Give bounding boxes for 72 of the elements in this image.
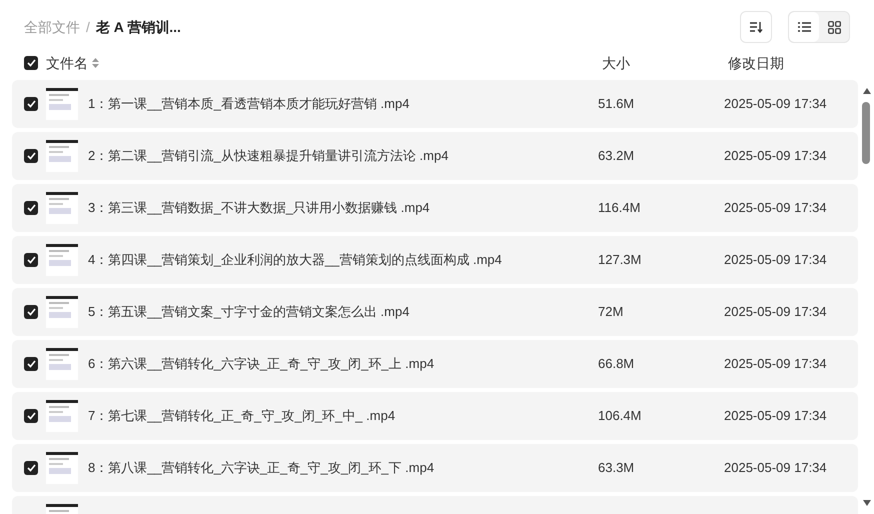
checkbox[interactable]: [24, 56, 38, 70]
grid-icon: [828, 20, 840, 34]
checkbox[interactable]: [24, 97, 38, 111]
sort-button[interactable]: [740, 11, 772, 43]
file-row[interactable]: 8：第八课__营销转化_六字诀_正_奇_守_攻_闭_环_下 .mp4 63.3M 2025-05-09 17:34: [12, 444, 858, 492]
modified-date: 2025-05-09 17:34: [724, 95, 827, 114]
scrollbar-thumb[interactable]: [862, 102, 870, 164]
file-name[interactable]: 3：第三课__营销数据_不讲大数据_只讲用小数据赚钱 .mp4: [88, 198, 598, 218]
file-size: 127.3M: [598, 251, 642, 270]
sort-icon: [749, 21, 763, 33]
file-name[interactable]: 6：第六课__营销转化_六字诀_正_奇_守_攻_闭_环_上 .mp4: [88, 354, 598, 374]
file-name[interactable]: 5：第五课__营销文案_寸字寸金的营销文案怎么出 .mp4: [88, 302, 598, 322]
check-icon: [26, 412, 36, 420]
video-thumbnail: [46, 452, 78, 484]
video-thumbnail: [46, 140, 78, 172]
checkbox[interactable]: [24, 305, 38, 319]
file-row[interactable]: 7：第七课__营销转化_正_奇_守_攻_闭_环_中_ .mp4 106.4M 2025-05-09 17:34: [12, 392, 858, 440]
check-icon: [26, 204, 36, 212]
file-name[interactable]: 7：第七课__营销转化_正_奇_守_攻_闭_环_中_ .mp4: [88, 406, 598, 426]
column-header[interactable]: 文件名: [46, 52, 88, 74]
file-size: 106.4M: [598, 407, 642, 426]
column-header[interactable]: 大小: [602, 52, 728, 74]
modified-date: 2025-05-09 17:34: [724, 199, 827, 218]
file-row[interactable]: 5：第五课__营销文案_寸字寸金的营销文案怎么出 .mp4 72M 2025-05-09 17:34: [12, 288, 858, 336]
file-size: 116.4M: [598, 199, 642, 218]
check-icon: [26, 59, 36, 67]
file-row[interactable]: 1：第一课__营销本质_看透营销本质才能玩好营销 .mp4 51.6M 2025-05-09 17:34: [12, 80, 858, 128]
check-icon: [26, 360, 36, 368]
list-icon: [798, 22, 810, 32]
video-thumbnail: [46, 296, 78, 328]
file-row[interactable]: 6：第六课__营销转化_六字诀_正_奇_守_攻_闭_环_上 .mp4 66.8M 2025-05-09 17:34: [12, 340, 858, 388]
file-size: 63.3M: [598, 459, 636, 478]
check-icon: [26, 464, 36, 472]
file-row[interactable]: 4：第四课__营销策划_企业利润的放大器__营销策划的点线面构成 .mp4 127.3M 2025-05-09 17:34: [12, 236, 858, 284]
modified-date: 2025-05-09 17:34: [724, 303, 827, 322]
checkbox[interactable]: [24, 357, 38, 371]
video-thumbnail: [46, 348, 78, 380]
file-name[interactable]: 2：第二课__营销引流_从快速粗暴提升销量讲引流方法论 .mp4: [88, 146, 598, 166]
file-name[interactable]: 1：第一课__营销本质_看透营销本质才能玩好营销 .mp4: [88, 94, 598, 114]
scroll-down-icon[interactable]: [863, 500, 871, 506]
file-size: 63.2M: [598, 147, 636, 166]
modified-date: 2025-05-09 17:34: [724, 355, 827, 374]
file-size: 51.6M: [598, 95, 636, 114]
breadcrumb-separator: /: [86, 18, 90, 36]
modified-date: 2025-05-09 17:34: [724, 251, 827, 270]
file-row[interactable]: 3：第三课__营销数据_不讲大数据_只讲用小数据赚钱 .mp4 116.4M 2025-05-09 17:34: [12, 184, 858, 232]
file-row[interactable]: 2：第二课__营销引流_从快速粗暴提升销量讲引流方法论 .mp4 63.2M 2025-05-09 17:34: [12, 132, 858, 180]
checkbox[interactable]: [24, 461, 38, 475]
checkbox[interactable]: [24, 409, 38, 423]
list-view-button[interactable]: [789, 12, 819, 42]
video-thumbnail: [46, 400, 78, 432]
check-icon: [26, 152, 36, 160]
modified-date: 2025-05-09 17:34: [724, 147, 827, 166]
video-thumbnail: [46, 88, 78, 120]
checkbox[interactable]: [24, 149, 38, 163]
video-thumbnail: [46, 192, 78, 224]
check-icon: [26, 308, 36, 316]
checkbox[interactable]: [24, 201, 38, 215]
video-thumbnail: [46, 244, 78, 276]
modified-date: 2025-05-09 17:34: [724, 459, 827, 478]
file-size: 66.8M: [598, 355, 636, 374]
breadcrumb-current: 老 A 营销训...: [96, 18, 181, 36]
file-size: 72M: [598, 303, 624, 322]
sort-arrows-icon[interactable]: [92, 58, 99, 68]
check-icon: [26, 256, 36, 264]
column-header[interactable]: 修改日期: [728, 52, 784, 74]
checkbox[interactable]: [24, 253, 38, 267]
check-icon: [26, 100, 36, 108]
file-name[interactable]: 4：第四课__营销策划_企业利润的放大器__营销策划的点线面构成 .mp4: [88, 250, 598, 270]
modified-date: 2025-05-09 17:34: [724, 407, 827, 426]
file-name[interactable]: 8：第八课__营销转化_六字诀_正_奇_守_攻_闭_环_下 .mp4: [88, 458, 598, 478]
scroll-up-icon[interactable]: [863, 88, 871, 94]
